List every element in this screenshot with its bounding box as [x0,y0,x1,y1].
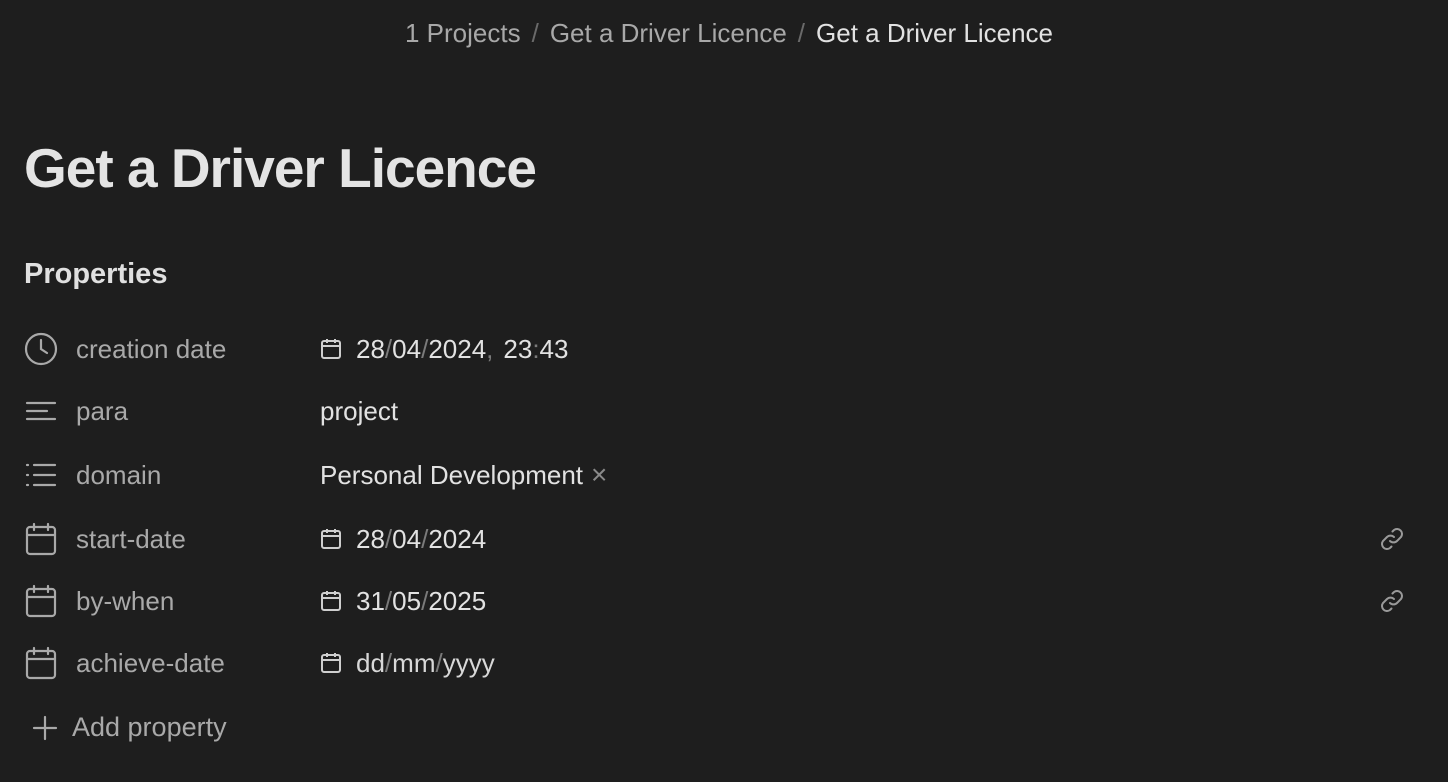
note-page: 1 Projects / Get a Driver Licence / Get … [0,0,1448,782]
calendar-icon [320,338,342,360]
date-month[interactable]: 05 [392,586,421,617]
property-key-label: achieve-date [76,647,225,678]
date-year-placeholder[interactable]: yyyy [443,648,495,679]
time-colon: : [532,333,540,364]
date-separator: / [384,647,393,678]
breadcrumb-separator: / [797,18,806,48]
close-icon[interactable]: × [591,461,607,489]
plus-icon [32,715,58,741]
date-separator: / [435,647,443,678]
date-separator: / [384,333,393,364]
time-hour[interactable]: 23 [503,334,532,365]
calendar-icon [24,584,58,618]
date-day[interactable]: 28 [356,524,385,555]
time-minute[interactable]: 43 [540,334,569,365]
calendar-icon [24,646,58,680]
property-value-para[interactable]: project [320,396,1424,427]
breadcrumb-item-current[interactable]: Get a Driver Licence [816,18,1053,49]
property-key-achieve-date[interactable]: achieve-date [24,646,320,680]
calendar-icon [320,590,342,612]
properties-heading[interactable]: Properties [24,258,167,291]
date-separator: / [384,585,393,616]
property-row-domain: domain Personal Development × [24,451,1424,499]
property-row-creation-date: creation date 28/04/2024, 23:43 [24,325,1424,373]
calendar-icon [320,528,342,550]
property-key-label: domain [76,459,162,490]
breadcrumb-separator: / [531,18,539,48]
date-day-placeholder[interactable]: dd [356,648,385,679]
add-property-label: Add property [72,712,227,742]
property-key-label: creation date [76,333,227,364]
property-key-start-date[interactable]: start-date [24,522,320,556]
property-key-para[interactable]: para [24,394,320,428]
breadcrumb-item-projects[interactable]: 1 Projects [405,18,521,49]
date-year[interactable]: 2025 [428,586,486,617]
date-month-placeholder[interactable]: mm [392,648,435,679]
property-value-by-when[interactable]: 31/05/2025 [320,586,1424,617]
property-value-achieve-date[interactable]: dd / mm / yyyy [320,648,1424,679]
datetime-input[interactable]: 28/04/2024, 23:43 [320,334,568,365]
property-key-by-when[interactable]: by-when [24,584,320,618]
date-input[interactable]: 28/04/2024 [320,524,486,555]
property-key-domain[interactable]: domain [24,458,320,492]
date-separator: / [384,523,393,554]
property-row-start-date: start-date 28/04/2024 [24,515,1424,563]
link-icon[interactable] [1378,525,1406,553]
property-row-by-when: by-when 31/05/2025 [24,577,1424,625]
property-key-label: para [76,395,129,426]
property-row-achieve-date: achieve-date dd / mm / yyyy [24,639,1424,687]
property-value-domain[interactable]: Personal Development × [320,460,1424,491]
date-input[interactable]: 31/05/2025 [320,586,486,617]
calendar-icon [320,652,342,674]
breadcrumb-item-folder[interactable]: Get a Driver Licence [550,18,787,49]
link-icon[interactable] [1378,587,1406,615]
property-key-label: start-date [76,523,186,554]
domain-pill-label[interactable]: Personal Development [320,460,583,491]
date-separator: / [421,333,429,364]
property-value-start-date[interactable]: 28/04/2024 [320,524,1424,555]
property-key-creation-date[interactable]: creation date [24,332,320,366]
date-day[interactable]: 31 [356,586,385,617]
page-title[interactable]: Get a Driver Licence [24,136,537,200]
datetime-comma: , [486,333,494,364]
date-separator: / [421,585,429,616]
list-icon [24,458,58,492]
clock-icon [24,332,58,366]
date-separator: / [421,523,429,554]
calendar-icon [24,522,58,556]
property-key-label: by-when [76,585,175,616]
date-month[interactable]: 04 [392,334,421,365]
breadcrumb: 1 Projects / Get a Driver Licence / Get … [0,18,1448,49]
date-month[interactable]: 04 [392,524,421,555]
date-year[interactable]: 2024 [428,334,486,365]
date-year[interactable]: 2024 [428,524,486,555]
text-lines-icon [24,394,58,428]
para-value-text[interactable]: project [320,396,398,427]
property-value-creation-date[interactable]: 28/04/2024, 23:43 [320,334,1424,365]
add-property-button[interactable]: Add property [32,712,227,743]
property-row-para: para project [24,387,1424,435]
date-day[interactable]: 28 [356,334,385,365]
date-input[interactable]: dd / mm / yyyy [320,648,495,679]
